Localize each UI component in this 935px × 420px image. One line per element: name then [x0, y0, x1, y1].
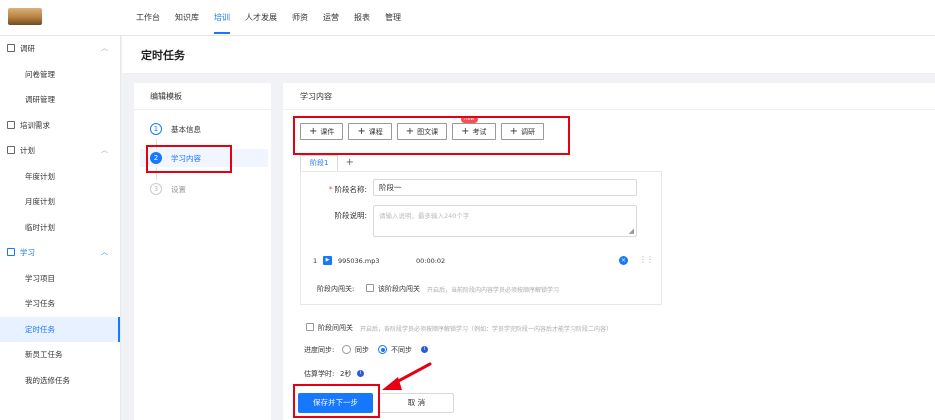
- nav-talent[interactable]: 人才发展: [245, 0, 277, 36]
- content-card-title: 学习内容: [283, 83, 935, 110]
- file-name: 995036.mp3: [338, 257, 380, 265]
- stage-gate-label: 阶段内闯关:: [317, 285, 355, 293]
- step-number: 3: [150, 183, 162, 195]
- cancel-button[interactable]: 取 消: [379, 393, 454, 413]
- sidebar-item-elective-task[interactable]: 我的选修任务: [0, 368, 120, 394]
- nav-reports[interactable]: 报表: [354, 0, 370, 36]
- nav-knowledge[interactable]: 知识库: [175, 0, 199, 36]
- sidebar: 调研 ︿ 问卷管理 调研管理 培训需求 计划 ︿ 年度计划 月度计划 临时计划 …: [0, 36, 121, 420]
- stage-panel: * 阶段名称: 阶段一 阶段说明: 请输入说明，最多输入240个字 ◢ 1 ▶ 9…: [300, 171, 662, 305]
- step-basic-info[interactable]: 1 基本信息: [150, 120, 201, 138]
- nav-workbench[interactable]: 工作台: [136, 0, 160, 36]
- info-icon[interactable]: i: [357, 370, 364, 377]
- page-title-bar: 定时任务: [122, 36, 935, 74]
- steps-card-title: 编辑模板: [134, 83, 271, 110]
- remove-file-icon[interactable]: ×: [619, 256, 628, 265]
- sidebar-group-label: 调研: [20, 44, 35, 53]
- nav-admin[interactable]: 管理: [385, 0, 401, 36]
- sidebar-item-learning-project[interactable]: 学习项目: [0, 266, 120, 292]
- stage-gate-hint: 开启后，当前阶段内内容学员必须按顺序解锁学习: [427, 287, 560, 294]
- top-nav: 工作台 知识库 培训 人才发展 师资 运营 报表 管理: [136, 0, 416, 36]
- sidebar-group-label: 计划: [20, 146, 35, 155]
- sidebar-item-annual-plan[interactable]: 年度计划: [0, 164, 120, 190]
- required-mark: *: [328, 185, 333, 194]
- stage-gate-text: 该阶段内闯关: [378, 285, 420, 293]
- progress-sync-label: 进度同步:: [304, 346, 335, 354]
- chevron-up-icon: ︿: [101, 248, 108, 256]
- nav-operations[interactable]: 运营: [323, 0, 339, 36]
- annotation-arrow-icon: [382, 362, 432, 390]
- annotation-box-toolbar: [293, 116, 570, 155]
- edit-icon: [7, 120, 15, 129]
- sidebar-item-questionnaire[interactable]: 问卷管理: [0, 62, 120, 88]
- tab-stage-1[interactable]: 阶段1: [300, 155, 339, 171]
- stage-name-input[interactable]: 阶段一: [373, 179, 637, 196]
- sidebar-item-scheduled-task[interactable]: 定时任务: [0, 316, 120, 342]
- between-stage-gate-checkbox[interactable]: [306, 323, 314, 331]
- estimated-hours-value: 2秒: [340, 370, 352, 378]
- label-text: 阶段名称:: [334, 185, 367, 194]
- no-sync-radio-label: 不同步: [391, 346, 412, 354]
- page-title: 定时任务: [141, 49, 185, 62]
- survey-icon: [7, 44, 15, 52]
- stage-name-label: * 阶段名称:: [313, 184, 367, 195]
- between-stage-gate-hint: 开启后，各阶段学员必须按顺序解锁学习（例如：学员学完阶段一内容后才能学习阶段二内…: [360, 326, 613, 333]
- step-number: 1: [150, 123, 162, 135]
- drag-handle-icon[interactable]: ⋮⋮: [639, 255, 654, 264]
- nav-training[interactable]: 培训: [214, 0, 230, 36]
- sidebar-group-training-demand[interactable]: 培训需求: [0, 113, 120, 139]
- step-settings[interactable]: 3 设置: [150, 180, 186, 198]
- file-duration: 00:00:02: [416, 257, 446, 265]
- audio-file-icon: ▶: [323, 256, 332, 265]
- sidebar-item-learning-task[interactable]: 学习任务: [0, 291, 120, 317]
- sidebar-group-learning[interactable]: 学习 ︿: [0, 240, 120, 266]
- info-icon[interactable]: i: [421, 346, 428, 353]
- steps-card: 编辑模板 1 基本信息 2 学习内容 3 设置: [134, 83, 271, 420]
- sidebar-group-label: 学习: [20, 248, 35, 257]
- textarea-placeholder: 请输入说明，最多输入240个字: [379, 212, 470, 220]
- content-file-row: 1 ▶ 995036.mp3 00:00:02 × ⋮⋮: [313, 255, 654, 268]
- annotation-box-step: [146, 145, 232, 173]
- sidebar-group-label: 培训需求: [20, 120, 50, 130]
- sidebar-item-temporary-plan[interactable]: 临时计划: [0, 215, 120, 241]
- sidebar-item-monthly-plan[interactable]: 月度计划: [0, 189, 120, 215]
- chevron-up-icon: ︿: [101, 44, 108, 52]
- sidebar-group-research[interactable]: 调研 ︿: [0, 36, 120, 62]
- stage-gate-checkbox[interactable]: [366, 284, 374, 292]
- chevron-up-icon: ︿: [101, 146, 108, 154]
- sidebar-group-plan[interactable]: 计划 ︿: [0, 138, 120, 164]
- stage-desc-textarea[interactable]: 请输入说明，最多输入240个字 ◢: [373, 205, 637, 237]
- between-stage-gate-text: 阶段间闯关: [318, 324, 353, 332]
- top-bar: 工作台 知识库 培训 人才发展 师资 运营 报表 管理: [0, 0, 935, 36]
- add-stage-button[interactable]: +: [338, 155, 360, 171]
- book-icon: [7, 248, 15, 256]
- sidebar-item-research-management[interactable]: 调研管理: [0, 87, 120, 113]
- nav-teachers[interactable]: 师资: [292, 0, 308, 36]
- stage-desc-label: 阶段说明:: [334, 211, 367, 220]
- sync-radio-label: 同步: [355, 346, 369, 354]
- estimated-hours-label: 估算学时:: [304, 370, 335, 378]
- sidebar-item-new-employee-task[interactable]: 新员工任务: [0, 342, 120, 368]
- step-label: 设置: [171, 184, 186, 194]
- step-label: 基本信息: [171, 124, 201, 134]
- no-sync-radio[interactable]: [378, 345, 387, 354]
- file-index: 1: [313, 257, 318, 265]
- resize-handle-icon[interactable]: ◢: [629, 228, 634, 235]
- logo[interactable]: [8, 8, 42, 25]
- annotation-box-save: [293, 384, 380, 418]
- sync-radio[interactable]: [342, 345, 351, 354]
- stage-tabs: 阶段1 +: [300, 155, 361, 171]
- plan-icon: [7, 146, 15, 154]
